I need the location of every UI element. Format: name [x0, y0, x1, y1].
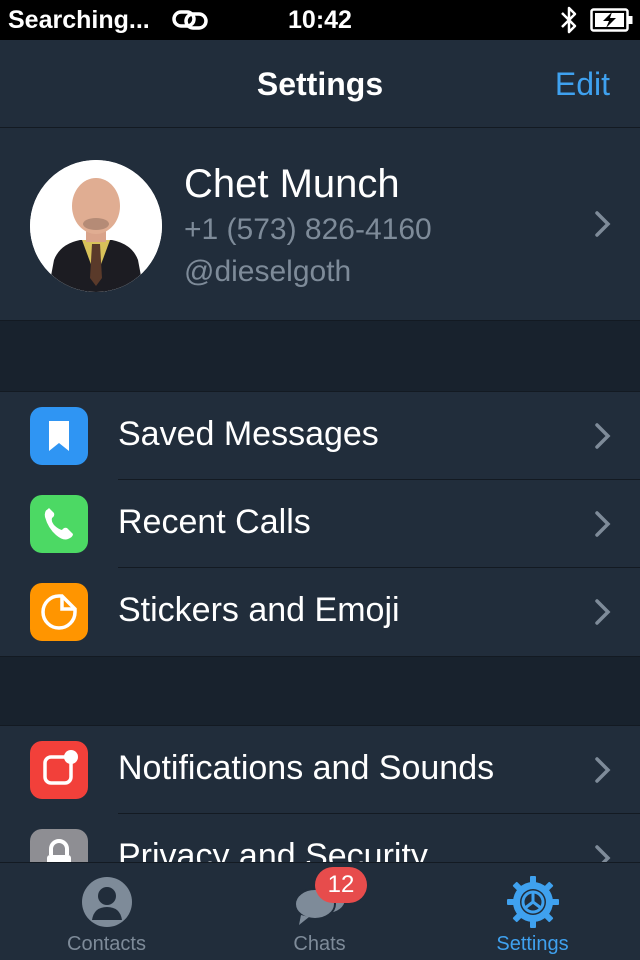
saved-messages-label: Saved Messages: [118, 415, 379, 453]
recent-calls-item[interactable]: Recent Calls: [0, 480, 640, 568]
phone-icon: [30, 495, 88, 553]
gear-icon: [506, 876, 559, 928]
avatar: [30, 160, 162, 292]
notifications-and-sounds-item[interactable]: Notifications and Sounds: [0, 726, 640, 814]
profile-photo: [30, 160, 162, 292]
chevron-right-icon: [595, 599, 611, 625]
notification-icon: [30, 741, 88, 799]
profile-name: Chet Munch: [184, 162, 400, 206]
chevron-right-icon: [595, 511, 611, 537]
tab-settings[interactable]: Settings: [426, 863, 639, 960]
clock: 10:42: [288, 6, 352, 34]
tab-contacts-label: Contacts: [67, 933, 146, 955]
privacy-and-security-label: Privacy and Security: [118, 837, 428, 862]
tab-chats[interactable]: 12 Chats: [213, 863, 426, 960]
chevron-right-icon: [595, 845, 611, 862]
chevron-right-icon: [595, 423, 611, 449]
stickers-and-emoji-label: Stickers and Emoji: [118, 591, 400, 629]
status-bar: Searching... 10:42: [0, 0, 640, 40]
tab-bar: Contacts 12 Chats Settings: [0, 862, 640, 960]
battery-icon: [590, 8, 633, 32]
profile-phone: +1 (573) 826-4160: [184, 213, 432, 246]
profile-cell[interactable]: Chet Munch +1 (573) 826-4160 @dieselgoth: [0, 128, 640, 320]
profile-username: @dieselgoth: [184, 255, 352, 288]
notifications-and-sounds-label: Notifications and Sounds: [118, 749, 495, 787]
bluetooth-icon: [561, 6, 577, 34]
person-icon: [81, 877, 132, 927]
privacy-and-security-item[interactable]: Privacy and Security: [0, 814, 640, 862]
bookmark-icon: [30, 407, 88, 465]
section-separator: [0, 656, 640, 726]
lock-icon: [30, 829, 88, 862]
section-separator: [0, 320, 640, 392]
unread-badge: 12: [315, 867, 367, 903]
chevron-right-icon: [595, 757, 611, 783]
saved-messages-item[interactable]: Saved Messages: [0, 392, 640, 480]
chevron-right-icon: [595, 211, 611, 237]
tab-contacts[interactable]: Contacts: [0, 863, 213, 960]
edit-button[interactable]: Edit: [555, 66, 610, 103]
menu-group-primary: Saved Messages Recent Calls Stickers and…: [0, 392, 640, 656]
tab-chats-label: Chats: [293, 933, 346, 955]
tab-settings-label: Settings: [496, 933, 569, 955]
stickers-and-emoji-item[interactable]: Stickers and Emoji: [0, 568, 640, 656]
sticker-icon: [30, 583, 88, 641]
page-title: Settings: [256, 66, 384, 102]
recent-calls-label: Recent Calls: [118, 503, 311, 541]
navigation-bar: Settings Edit: [0, 40, 640, 128]
menu-group-settings: Notifications and Sounds Privacy and Sec…: [0, 726, 640, 862]
